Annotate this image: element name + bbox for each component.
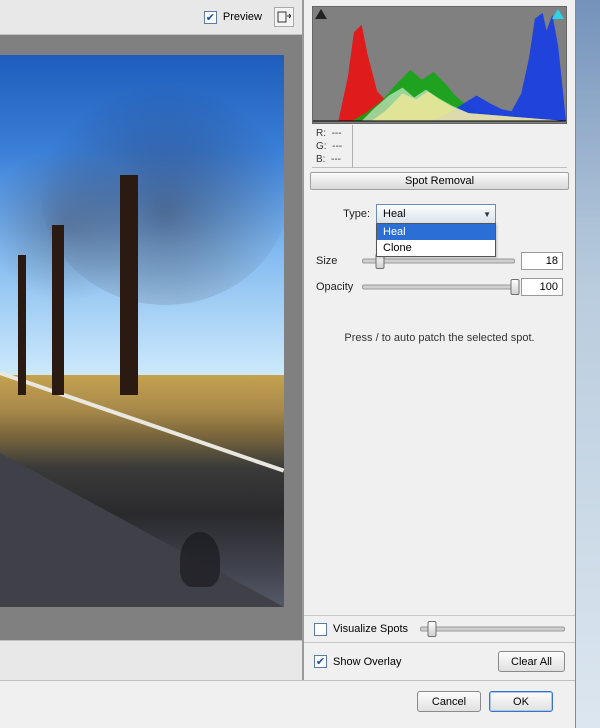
visualize-row: ✔ Visualize Spots	[304, 615, 575, 642]
preview-panel: ✔ Preview	[0, 0, 304, 680]
b-label: B:	[316, 154, 325, 165]
opacity-row: Opacity 100	[316, 278, 563, 296]
visualize-slider-thumb[interactable]	[427, 621, 436, 637]
type-option-clone[interactable]: Clone	[377, 240, 495, 256]
preview-header: ✔ Preview	[0, 0, 302, 35]
size-label: Size	[316, 255, 356, 267]
opacity-slider-thumb[interactable]	[511, 279, 520, 295]
type-selected: Heal	[383, 208, 406, 220]
overlay-label: Show Overlay	[333, 656, 401, 668]
cancel-button[interactable]: Cancel	[417, 691, 481, 712]
toggle-fullscreen-icon[interactable]	[274, 7, 294, 27]
opacity-value[interactable]: 100	[521, 278, 563, 296]
dialog-footer: Cancel OK	[0, 681, 575, 728]
highlight-clip-icon[interactable]	[552, 9, 564, 19]
background-strip	[576, 0, 600, 728]
visualize-label: Visualize Spots	[333, 623, 408, 635]
preview-label: Preview	[223, 11, 262, 23]
type-option-heal[interactable]: Heal	[377, 224, 495, 240]
section-title: Spot Removal	[310, 172, 569, 190]
visualize-slider[interactable]	[420, 622, 565, 636]
image-preview-area[interactable]	[0, 35, 302, 640]
main-area: ✔ Preview	[0, 0, 575, 681]
spot-removal-controls: Type: Heal ▼ Heal Clone Size	[304, 190, 575, 615]
dialog-window: ✔ Preview	[0, 0, 576, 728]
rgb-readout: R: --- G: --- B: ---	[312, 126, 567, 168]
type-row: Type: Heal ▼ Heal Clone	[316, 204, 563, 224]
visualize-checkbox[interactable]: ✔	[314, 623, 327, 636]
g-value: ---	[332, 141, 342, 152]
g-label: G:	[316, 141, 327, 152]
b-value: ---	[331, 154, 341, 165]
preview-image	[0, 55, 284, 607]
overlay-checkbox[interactable]: ✔	[314, 655, 327, 668]
opacity-slider[interactable]	[362, 280, 515, 294]
type-label: Type:	[316, 208, 370, 220]
opacity-label: Opacity	[316, 281, 356, 293]
hint-text: Press / to auto patch the selected spot.	[316, 332, 563, 344]
chevron-down-icon: ▼	[483, 210, 491, 219]
r-label: R:	[316, 128, 326, 139]
preview-footer	[0, 640, 302, 680]
size-value[interactable]: 18	[521, 252, 563, 270]
histogram[interactable]	[312, 6, 567, 124]
overlay-row: ✔ Show Overlay Clear All	[304, 642, 575, 680]
type-dropdown[interactable]: Heal ▼ Heal Clone	[376, 204, 496, 224]
r-value: ---	[332, 128, 342, 139]
shadow-clip-icon[interactable]	[315, 9, 327, 19]
preview-checkbox[interactable]: ✔	[204, 11, 217, 24]
settings-panel: R: --- G: --- B: --- Spot Removal Type: …	[304, 0, 575, 680]
clear-all-button[interactable]: Clear All	[498, 651, 565, 672]
type-dropdown-list: Heal Clone	[376, 223, 496, 257]
ok-button[interactable]: OK	[489, 691, 553, 712]
